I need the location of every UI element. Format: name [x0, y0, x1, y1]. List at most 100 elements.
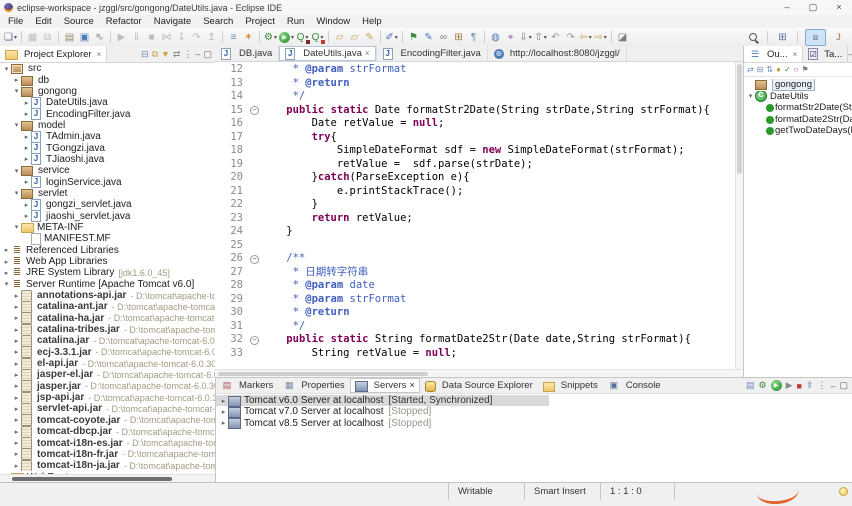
- outline-minimize-icon[interactable]: –: [848, 49, 852, 59]
- editor-tab-http-localhost-8080-jzggl-[interactable]: ⊕http://localhost:8080/jzggl/: [488, 46, 627, 61]
- expander-icon[interactable]: ▸: [12, 371, 21, 379]
- tree-item-tomcat-i18n-ja-jar[interactable]: ▸tomcat-i18n-ja.jar- D:\tomcat\apache-to…: [0, 460, 215, 471]
- package-presentation-icon[interactable]: ⧉: [152, 49, 158, 59]
- tree-item-tadmin-java[interactable]: ▸JTAdmin.java: [0, 131, 215, 142]
- tree-item-gongong[interactable]: ▾gongong: [0, 86, 215, 97]
- tree-item-web-app-libraries[interactable]: ▸≣Web App Libraries: [0, 256, 215, 267]
- menu-edit[interactable]: Edit: [29, 15, 57, 28]
- expander-icon[interactable]: ▸: [12, 326, 21, 334]
- code-editor[interactable]: 12 * @param strFormat13 * @return14 */15…: [215, 62, 735, 370]
- tree-item-el-api-jar[interactable]: ▸el-api.jar- D:\tomcat\apache-tomcat-6.0…: [0, 358, 215, 369]
- expander-icon[interactable]: ▾: [2, 65, 11, 73]
- java-perspective-icon[interactable]: J: [828, 29, 849, 46]
- redo-icon[interactable]: ↷: [564, 30, 577, 44]
- collapse-all-icon[interactable]: ⊟: [141, 49, 149, 59]
- tree-item-ecj-3-3-1-jar[interactable]: ▸ecj-3.3.1.jar- D:\tomcat\apache-tomcat-…: [0, 347, 215, 358]
- back-icon[interactable]: ⇦▾: [579, 30, 592, 44]
- expander-icon[interactable]: ▸: [12, 303, 21, 311]
- view-menu-icon[interactable]: ⋮: [183, 49, 192, 59]
- open-folder-alt-icon[interactable]: ▱: [348, 30, 361, 44]
- expander-icon[interactable]: ▸: [12, 462, 21, 470]
- server-row-tomcat-v8-5-server-at-localhost[interactable]: ▸Tomcat v8.5 Server at localhost[Stopped…: [216, 418, 852, 429]
- stop-server-icon[interactable]: ■: [796, 381, 801, 391]
- tab-snippets[interactable]: Snippets: [538, 378, 603, 393]
- editor-tab-encodingfilter-java[interactable]: JEncodingFilter.java: [377, 46, 488, 61]
- close-icon[interactable]: ×: [365, 49, 370, 58]
- publish-server-icon[interactable]: ⇪: [806, 380, 814, 391]
- expander-icon[interactable]: ▸: [12, 405, 21, 413]
- tree-item-referenced-libraries[interactable]: ▸≣Referenced Libraries: [0, 245, 215, 256]
- hide-fields-icon[interactable]: ●: [776, 65, 781, 74]
- debug-server-icon[interactable]: ⚙: [758, 380, 766, 391]
- minimize-icon[interactable]: –: [830, 381, 835, 391]
- editor-tab-dateutils-java[interactable]: JDateUtils.java×: [279, 46, 376, 61]
- hscroll-thumb[interactable]: [218, 372, 428, 376]
- run-icon[interactable]: ▶▾: [279, 30, 294, 44]
- tree-item-dateutils[interactable]: ▾CDateUtils: [744, 91, 852, 103]
- tab-markers[interactable]: ▤Markers: [216, 378, 278, 393]
- profile-server-icon[interactable]: ▶: [786, 380, 793, 391]
- hscroll-thumb[interactable]: [12, 477, 172, 481]
- fold-icon[interactable]: −: [250, 336, 259, 345]
- tab-servers[interactable]: Servers×: [350, 378, 420, 393]
- tree-item-tgongzi-java[interactable]: ▸JTGongzi.java: [0, 142, 215, 153]
- notification-bulb-icon[interactable]: [839, 487, 848, 496]
- menu-help[interactable]: Help: [356, 15, 388, 28]
- search-icon[interactable]: [746, 30, 759, 44]
- tab-console[interactable]: ▣Console: [603, 378, 666, 393]
- tree-item-jiaoshi-servlet-java[interactable]: ▸Jjiaoshi_servlet.java: [0, 210, 215, 221]
- tree-item-manifest-mf[interactable]: MANIFEST.MF: [0, 233, 215, 244]
- tree-item-jasper-jar[interactable]: ▸jasper.jar- D:\tomcat\apache-tomcat-6.0…: [0, 381, 215, 392]
- minimize-icon[interactable]: –: [195, 49, 200, 59]
- tree-item-catalina-ant-jar[interactable]: ▸catalina-ant.jar- D:\tomcat\apache-tomc…: [0, 301, 215, 312]
- expander-icon[interactable]: ▾: [12, 189, 21, 197]
- pin-editor-icon[interactable]: ◪: [616, 30, 629, 44]
- tab-project-explorer[interactable]: Project Explorer ×: [0, 46, 107, 62]
- tree-item-servlet[interactable]: ▾servlet: [0, 188, 215, 199]
- forward-icon[interactable]: ⇨▾: [594, 30, 607, 44]
- expander-icon[interactable]: ▸: [219, 397, 228, 405]
- link-with-editor-icon[interactable]: ⇄: [747, 65, 754, 74]
- edit-pen-icon[interactable]: ✎: [422, 30, 435, 44]
- menu-file[interactable]: File: [2, 15, 29, 28]
- expander-icon[interactable]: ▾: [12, 167, 21, 175]
- instruction-stepping-icon[interactable]: ≡: [227, 30, 240, 44]
- expander-icon[interactable]: ▸: [219, 419, 228, 427]
- expander-icon[interactable]: ▸: [12, 416, 21, 424]
- collapse-all-icon[interactable]: ⊟: [757, 65, 764, 74]
- expander-icon[interactable]: ▸: [12, 439, 21, 447]
- tree-item-gettwodatedays-da[interactable]: getTwoDateDays(DaS: [744, 125, 852, 137]
- menu-refactor[interactable]: Refactor: [100, 15, 148, 28]
- outline-tree[interactable]: gongong▾CDateUtilsformatStr2Date(StrinSf…: [744, 77, 852, 137]
- mark-occurrences-icon[interactable]: ⌖: [504, 30, 517, 44]
- start-server-icon[interactable]: ▶: [771, 380, 782, 391]
- expander-icon[interactable]: ▸: [12, 394, 21, 402]
- tree-item-src[interactable]: ▾src: [0, 63, 215, 74]
- expander-icon[interactable]: ▾: [746, 92, 755, 100]
- hide-local-types-icon[interactable]: ⚑: [802, 65, 809, 74]
- server-row-tomcat-v6-0-server-at-localhost[interactable]: ▸Tomcat v6.0 Server at localhost[Started…: [216, 395, 549, 406]
- expander-icon[interactable]: ▾: [12, 87, 21, 95]
- expander-icon[interactable]: ▸: [219, 408, 228, 416]
- tree-item-tomcat-coyote-jar[interactable]: ▸tomcat-coyote.jar- D:\tomcat\apache-tom…: [0, 415, 215, 426]
- expander-icon[interactable]: ▾: [12, 121, 21, 129]
- hide-non-public-icon[interactable]: ○: [794, 65, 799, 74]
- tree-item-meta-inf[interactable]: ▾META-INF: [0, 222, 215, 233]
- tree-item-gongzi-servlet-java[interactable]: ▸Jgongzi_servlet.java: [0, 199, 215, 210]
- maximize-icon[interactable]: ▢: [203, 49, 212, 59]
- menu-window[interactable]: Window: [310, 15, 356, 28]
- tree-item-tjiaoshi-java[interactable]: ▸JTJiaoshi.java: [0, 154, 215, 165]
- feather-icon[interactable]: ✎: [363, 30, 376, 44]
- next-annotation-icon[interactable]: ⇩▾: [519, 30, 532, 44]
- fold-icon[interactable]: −: [250, 106, 259, 115]
- profile-icon[interactable]: Q▾: [311, 30, 324, 44]
- menu-navigate[interactable]: Navigate: [148, 15, 198, 28]
- expander-icon[interactable]: ▸: [22, 133, 31, 141]
- expander-icon[interactable]: ▸: [12, 450, 21, 458]
- tree-item-tomcat-dbcp-jar[interactable]: ▸tomcat-dbcp.jar- D:\tomcat\apache-tomca…: [0, 426, 215, 437]
- expander-icon[interactable]: ▸: [22, 144, 31, 152]
- editor-tab-db-java[interactable]: JDB.java: [215, 46, 279, 61]
- vscroll-thumb[interactable]: [737, 64, 742, 174]
- previous-annotation-icon[interactable]: ⇧▾: [534, 30, 547, 44]
- menu-run[interactable]: Run: [281, 15, 310, 28]
